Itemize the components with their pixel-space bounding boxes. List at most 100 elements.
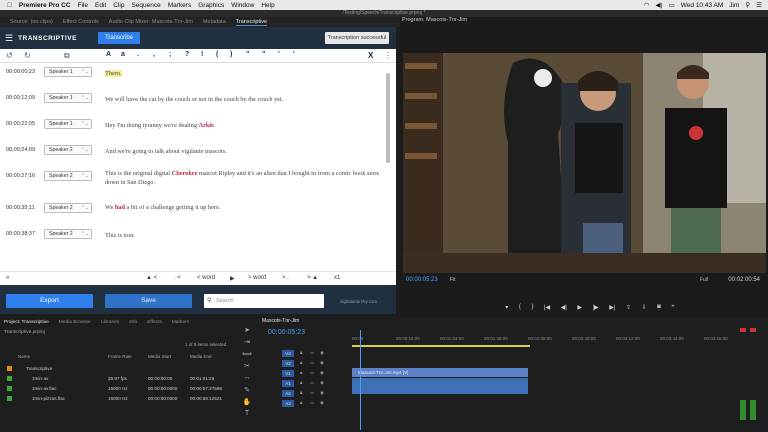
step-forward-icon[interactable]: |▶ <box>593 304 599 311</box>
add-button-icon[interactable]: + <box>671 304 675 311</box>
timeline-timecode[interactable]: 00:00:05:23 <box>268 329 305 336</box>
work-area-bar[interactable] <box>352 345 530 347</box>
exclamation-button[interactable]: ! <box>201 51 203 58</box>
current-word[interactable]: Thern. <box>105 70 122 77</box>
spotlight-icon[interactable]: ⚲ <box>745 1 750 9</box>
text-segment[interactable]: . <box>214 122 216 129</box>
project-item[interactable]: 1min-av.flac 16000 Hz 00:00:00:0000 00:00:5… <box>0 384 258 393</box>
tab-transcriptive[interactable]: Transcriptive <box>235 19 268 26</box>
tab-effects[interactable]: Effects <box>147 320 162 325</box>
sync-lock-icon[interactable]: ▭ <box>310 360 314 366</box>
uppercase-button[interactable]: A <box>106 51 111 58</box>
lift-icon[interactable]: ⇪ <box>626 304 631 311</box>
redo-icon[interactable]: ↻ <box>24 51 31 60</box>
battery-icon[interactable]: ▭ <box>669 1 675 9</box>
close-single-quote-button[interactable]: ' <box>293 51 295 58</box>
tab-info[interactable]: Info <box>129 320 137 325</box>
sequence-tab[interactable]: Mascots-Tnr-Jim <box>262 318 299 324</box>
row-timestamp[interactable]: 00;00;22;05 <box>6 121 35 127</box>
playhead[interactable] <box>360 330 361 430</box>
close-quote-button[interactable]: " <box>262 51 265 58</box>
hamburger-icon[interactable]: ☰ <box>5 33 13 44</box>
search-input[interactable]: ⚲ Search <box>204 294 324 308</box>
next-speaker-button[interactable]: > ▲ <box>307 275 318 281</box>
timeline-ruler[interactable]: 00:00 00:00:16:00 00:01:04:00 00:01:36:00 00… <box>352 334 728 344</box>
transcription-status-button[interactable]: Transcription successful <box>325 32 389 44</box>
lock-icon[interactable]: 🔒︎ <box>300 400 302 405</box>
col-name[interactable]: Name <box>18 354 30 359</box>
tab-media-browser[interactable]: Media Browser <box>59 320 91 325</box>
apple-icon[interactable]:  <box>7 2 12 9</box>
menu-edit[interactable]: Edit <box>95 2 106 9</box>
play-button-icon[interactable]: ▶ <box>577 304 582 311</box>
track-label[interactable]: A1 <box>282 380 294 387</box>
sync-lock-icon[interactable]: ▭ <box>310 390 314 396</box>
text-segment[interactable]: a bit of a challenge getting it up here. <box>125 204 221 211</box>
program-title[interactable]: Program: Mascots-Tnr-Jim <box>402 17 467 23</box>
speaker-select[interactable]: Speaker 2 ⌃⌄ <box>44 145 92 155</box>
pen-icon[interactable]: ✎ <box>240 386 254 398</box>
tab-markers[interactable]: Markers <box>172 320 189 325</box>
zoom-fit-select[interactable]: Fit <box>450 277 456 283</box>
wifi-icon[interactable]: ◠ <box>644 1 650 9</box>
open-single-quote-button[interactable]: ' <box>278 51 280 58</box>
transcript-text[interactable]: Hey I'm doing tyranny we're dealing Arki… <box>105 121 380 130</box>
question-button[interactable]: ? <box>185 51 189 58</box>
export-frame-icon[interactable]: ◙ <box>657 304 661 311</box>
label-color-swatch[interactable] <box>7 376 12 381</box>
lock-icon[interactable]: 🔒︎ <box>300 380 302 385</box>
lock-icon[interactable]: 🔒︎ <box>300 390 302 395</box>
sync-lock-icon[interactable]: ▭ <box>310 380 314 386</box>
out-point-icon[interactable]: } <box>531 304 533 311</box>
open-quote-button[interactable]: " <box>246 51 249 58</box>
project-item[interactable]: Transcriptive <box>0 364 258 373</box>
transcript-text[interactable]: We will have the cat by the couch or not… <box>105 95 380 104</box>
comma-button[interactable]: , <box>153 51 155 58</box>
track-header[interactable]: V2 🔒︎ ▭ ◉ <box>264 359 352 368</box>
row-timestamp[interactable]: 00;00;27;16 <box>6 173 35 179</box>
menu-window[interactable]: Window <box>231 2 254 9</box>
lock-icon[interactable]: 🔒︎ <box>300 360 302 365</box>
in-point-icon[interactable]: { <box>519 304 521 311</box>
eye-icon[interactable]: ◉ <box>320 380 324 386</box>
transcript-text[interactable]: This is tour. <box>105 231 380 240</box>
razor-icon[interactable]: ✂ <box>240 362 254 374</box>
lock-icon[interactable]: 🔒︎ <box>300 370 302 375</box>
low-confidence-word[interactable]: Arkie <box>199 122 214 129</box>
play-icon[interactable]: ▶ <box>230 275 235 282</box>
tab-source[interactable]: Source: (no clips) <box>10 19 53 25</box>
transcribe-button[interactable]: Transcribe <box>98 32 140 44</box>
lowercase-button[interactable]: a <box>121 51 125 58</box>
col-frame-rate[interactable]: Frame Rate <box>108 354 132 359</box>
transcript-text[interactable]: And we're going to talk about vigilante … <box>105 147 380 156</box>
row-timestamp[interactable]: 00;00;12;09 <box>6 95 35 101</box>
user-name[interactable]: Jim <box>729 2 739 9</box>
prev-word-nav[interactable]: . < <box>174 275 181 281</box>
eye-icon[interactable]: ◉ <box>320 360 324 366</box>
video-clip[interactable]: Mascots-Tnr-Jim.mp4 [V] <box>352 368 528 377</box>
close-paren-button[interactable]: ) <box>230 51 232 58</box>
track-header[interactable]: A1 🔒︎ ▭ ◉ <box>264 379 352 388</box>
program-timecode[interactable]: 00:00:05:23 <box>406 277 438 283</box>
tab-effect-controls[interactable]: Effect Controls <box>63 19 99 25</box>
sync-lock-icon[interactable]: ▭ <box>310 350 314 356</box>
row-timestamp[interactable]: 00;00;38;37 <box>6 231 35 237</box>
volume-icon[interactable]: ◀) <box>655 1 662 9</box>
track-label[interactable]: V1 <box>282 370 294 377</box>
menu-help[interactable]: Help <box>261 2 274 9</box>
marker-icon[interactable]: ▾ <box>505 304 508 311</box>
eye-icon[interactable]: ◉ <box>320 400 324 406</box>
transcript-scrollbar[interactable] <box>386 73 390 163</box>
text-segment[interactable]: This is tour. <box>105 232 135 239</box>
menu-sequence[interactable]: Sequence <box>131 2 160 9</box>
track-header[interactable]: V3 🔒︎ ▭ ◉ <box>264 349 352 358</box>
label-color-swatch[interactable] <box>7 366 12 371</box>
extract-icon[interactable]: ⇩ <box>642 304 647 311</box>
transcript-text[interactable]: Thern. <box>105 69 380 78</box>
brand-url[interactable]: digitalanarchy.com <box>340 299 377 304</box>
next-word-button[interactable]: > word <box>248 275 266 281</box>
menu-file[interactable]: File <box>78 2 88 9</box>
menu-clip[interactable]: Clip <box>113 2 124 9</box>
track-header[interactable]: V1 🔒︎ ▭ ◉ <box>264 369 352 378</box>
project-item[interactable]: 1min-pizzas.flac 16000 Hz 00:00:00:0000 00:… <box>0 394 258 403</box>
